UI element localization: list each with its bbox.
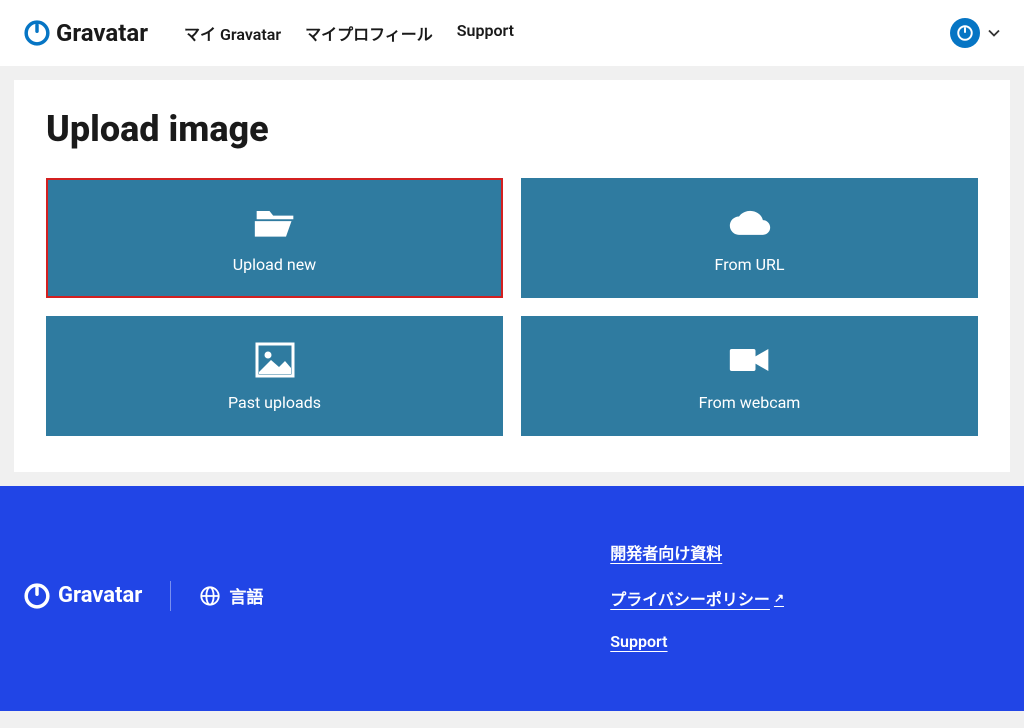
footer-brand-name: Gravatar — [58, 583, 142, 608]
image-icon — [253, 341, 297, 379]
tile-label: Upload new — [233, 255, 316, 274]
folder-open-icon — [253, 203, 297, 241]
footer: Gravatar 言語 開発者向け資料 プライバシーポリシー↗ Support — [0, 486, 1024, 711]
main: Upload image Upload new From URL Past up… — [0, 66, 1024, 486]
chevron-down-icon — [988, 25, 1000, 41]
brand-name: Gravatar — [56, 19, 148, 47]
footer-link-support[interactable]: Support — [610, 632, 784, 651]
language-selector[interactable]: 言語 — [199, 583, 263, 608]
account-menu[interactable] — [950, 18, 1000, 48]
tile-past-uploads[interactable]: Past uploads — [46, 316, 503, 436]
footer-links: 開発者向け資料 プライバシーポリシー↗ Support — [610, 540, 1004, 651]
divider — [170, 581, 171, 611]
tile-from-webcam[interactable]: From webcam — [521, 316, 978, 436]
cloud-icon — [728, 203, 772, 241]
tile-label: From URL — [715, 255, 785, 274]
upload-card: Upload image Upload new From URL Past up… — [14, 80, 1010, 472]
footer-link-developers[interactable]: 開発者向け資料 — [610, 540, 784, 564]
page-title: Upload image — [46, 108, 978, 150]
tile-upload-new[interactable]: Upload new — [46, 178, 503, 298]
tile-label: Past uploads — [228, 393, 321, 412]
upload-options-grid: Upload new From URL Past uploads From we… — [46, 178, 978, 436]
brand-logo[interactable]: Gravatar — [24, 19, 148, 47]
avatar — [950, 18, 980, 48]
nav-support[interactable]: Support — [457, 21, 514, 45]
footer-left: Gravatar 言語 — [20, 540, 263, 651]
nav-my-gravatar[interactable]: マイ Gravatar — [184, 21, 281, 45]
nav-my-profile[interactable]: マイプロフィール — [305, 21, 433, 45]
main-nav: マイ Gravatar マイプロフィール Support — [184, 21, 514, 45]
tile-from-url[interactable]: From URL — [521, 178, 978, 298]
footer-link-privacy[interactable]: プライバシーポリシー↗ — [610, 586, 784, 610]
globe-icon — [199, 585, 221, 607]
language-label: 言語 — [229, 583, 263, 608]
video-camera-icon — [728, 341, 772, 379]
footer-brand[interactable]: Gravatar — [24, 583, 142, 609]
tile-label: From webcam — [699, 393, 801, 412]
gravatar-icon — [24, 583, 50, 609]
external-link-icon: ↗ — [774, 591, 784, 605]
gravatar-icon — [24, 20, 50, 46]
header: Gravatar マイ Gravatar マイプロフィール Support — [0, 0, 1024, 66]
